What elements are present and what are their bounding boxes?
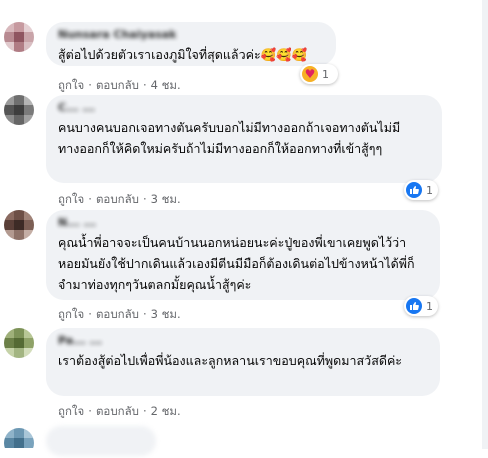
comment-actions: ถูกใจ · ตอบกลับ · 4 ชม.: [58, 77, 181, 95]
like-link[interactable]: ถูกใจ: [58, 191, 84, 209]
avatar[interactable]: [4, 328, 34, 358]
reaction-badge[interactable]: ♥ 1: [300, 64, 338, 84]
reply-link[interactable]: ตอบกลับ: [96, 306, 139, 324]
comment-actions: ถูกใจ · ตอบกลับ · 3 ชม.: [58, 306, 181, 324]
comment-text: คุณน้ำพี่อาจจะเป็นคนบ้านนอกหน่อยนะค่ะปู่…: [58, 235, 415, 292]
comment-author[interactable]: Pa... ...: [58, 334, 428, 348]
comment-author[interactable]: Nunsara Chaiyasak: [58, 28, 324, 42]
care-reaction-icon: ♥: [302, 66, 318, 82]
comment-bubble: C... ... คนบางคนบอกเจอทางตันครับบอกไม่มี…: [46, 95, 442, 183]
reply-link[interactable]: ตอบกลับ: [96, 191, 139, 209]
like-reaction-icon: [406, 182, 422, 198]
timestamp[interactable]: 4 ชม.: [151, 77, 181, 95]
timestamp[interactable]: 3 ชม.: [151, 306, 181, 324]
reply-link[interactable]: ตอบกลับ: [96, 403, 139, 421]
scrollbar-track[interactable]: [482, 0, 488, 449]
avatar[interactable]: [4, 210, 34, 240]
comment-text: สู้ต่อไปด้วยตัวเราเองภูมิใจที่สุดแล้วค่ะ…: [58, 47, 308, 62]
avatar[interactable]: [4, 22, 34, 52]
comment-author[interactable]: C... ...: [58, 101, 430, 115]
reaction-count: 1: [322, 67, 329, 81]
like-link[interactable]: ถูกใจ: [58, 403, 84, 421]
comment-bubble: N... ... คุณน้ำพี่อาจจะเป็นคนบ้านนอกหน่อ…: [46, 210, 440, 300]
comment-actions: ถูกใจ · ตอบกลับ · 3 ชม.: [58, 191, 181, 209]
comment-actions: ถูกใจ · ตอบกลับ · 2 ชม.: [58, 403, 181, 421]
comment-text: คนบางคนบอกเจอทางตันครับบอกไม่มีทางออกถ้า…: [58, 120, 401, 156]
like-reaction-icon: [406, 298, 422, 314]
avatar[interactable]: [4, 428, 34, 458]
reaction-count: 1: [426, 183, 433, 197]
reaction-count: 1: [426, 299, 433, 313]
avatar[interactable]: [4, 95, 34, 125]
like-link[interactable]: ถูกใจ: [58, 306, 84, 324]
comment-text: เราต้องสู้ต่อไปเพื่อพี่น้องและลูกหลานเรา…: [58, 353, 403, 368]
timestamp[interactable]: 2 ชม.: [151, 403, 181, 421]
comment-bubble: Nunsara Chaiyasak สู้ต่อไปด้วยตัวเราเองภ…: [46, 22, 336, 66]
reply-link[interactable]: ตอบกลับ: [96, 77, 139, 95]
like-link[interactable]: ถูกใจ: [58, 77, 84, 95]
comment-bubble: Pa... ... เราต้องสู้ต่อไปเพื่อพี่น้องและ…: [46, 328, 440, 396]
reaction-badge[interactable]: 1: [404, 180, 438, 200]
timestamp[interactable]: 3 ชม.: [151, 191, 181, 209]
reaction-badge[interactable]: 1: [404, 296, 438, 316]
comment-bubble: [46, 426, 156, 456]
comment-author[interactable]: N... ...: [58, 216, 428, 230]
